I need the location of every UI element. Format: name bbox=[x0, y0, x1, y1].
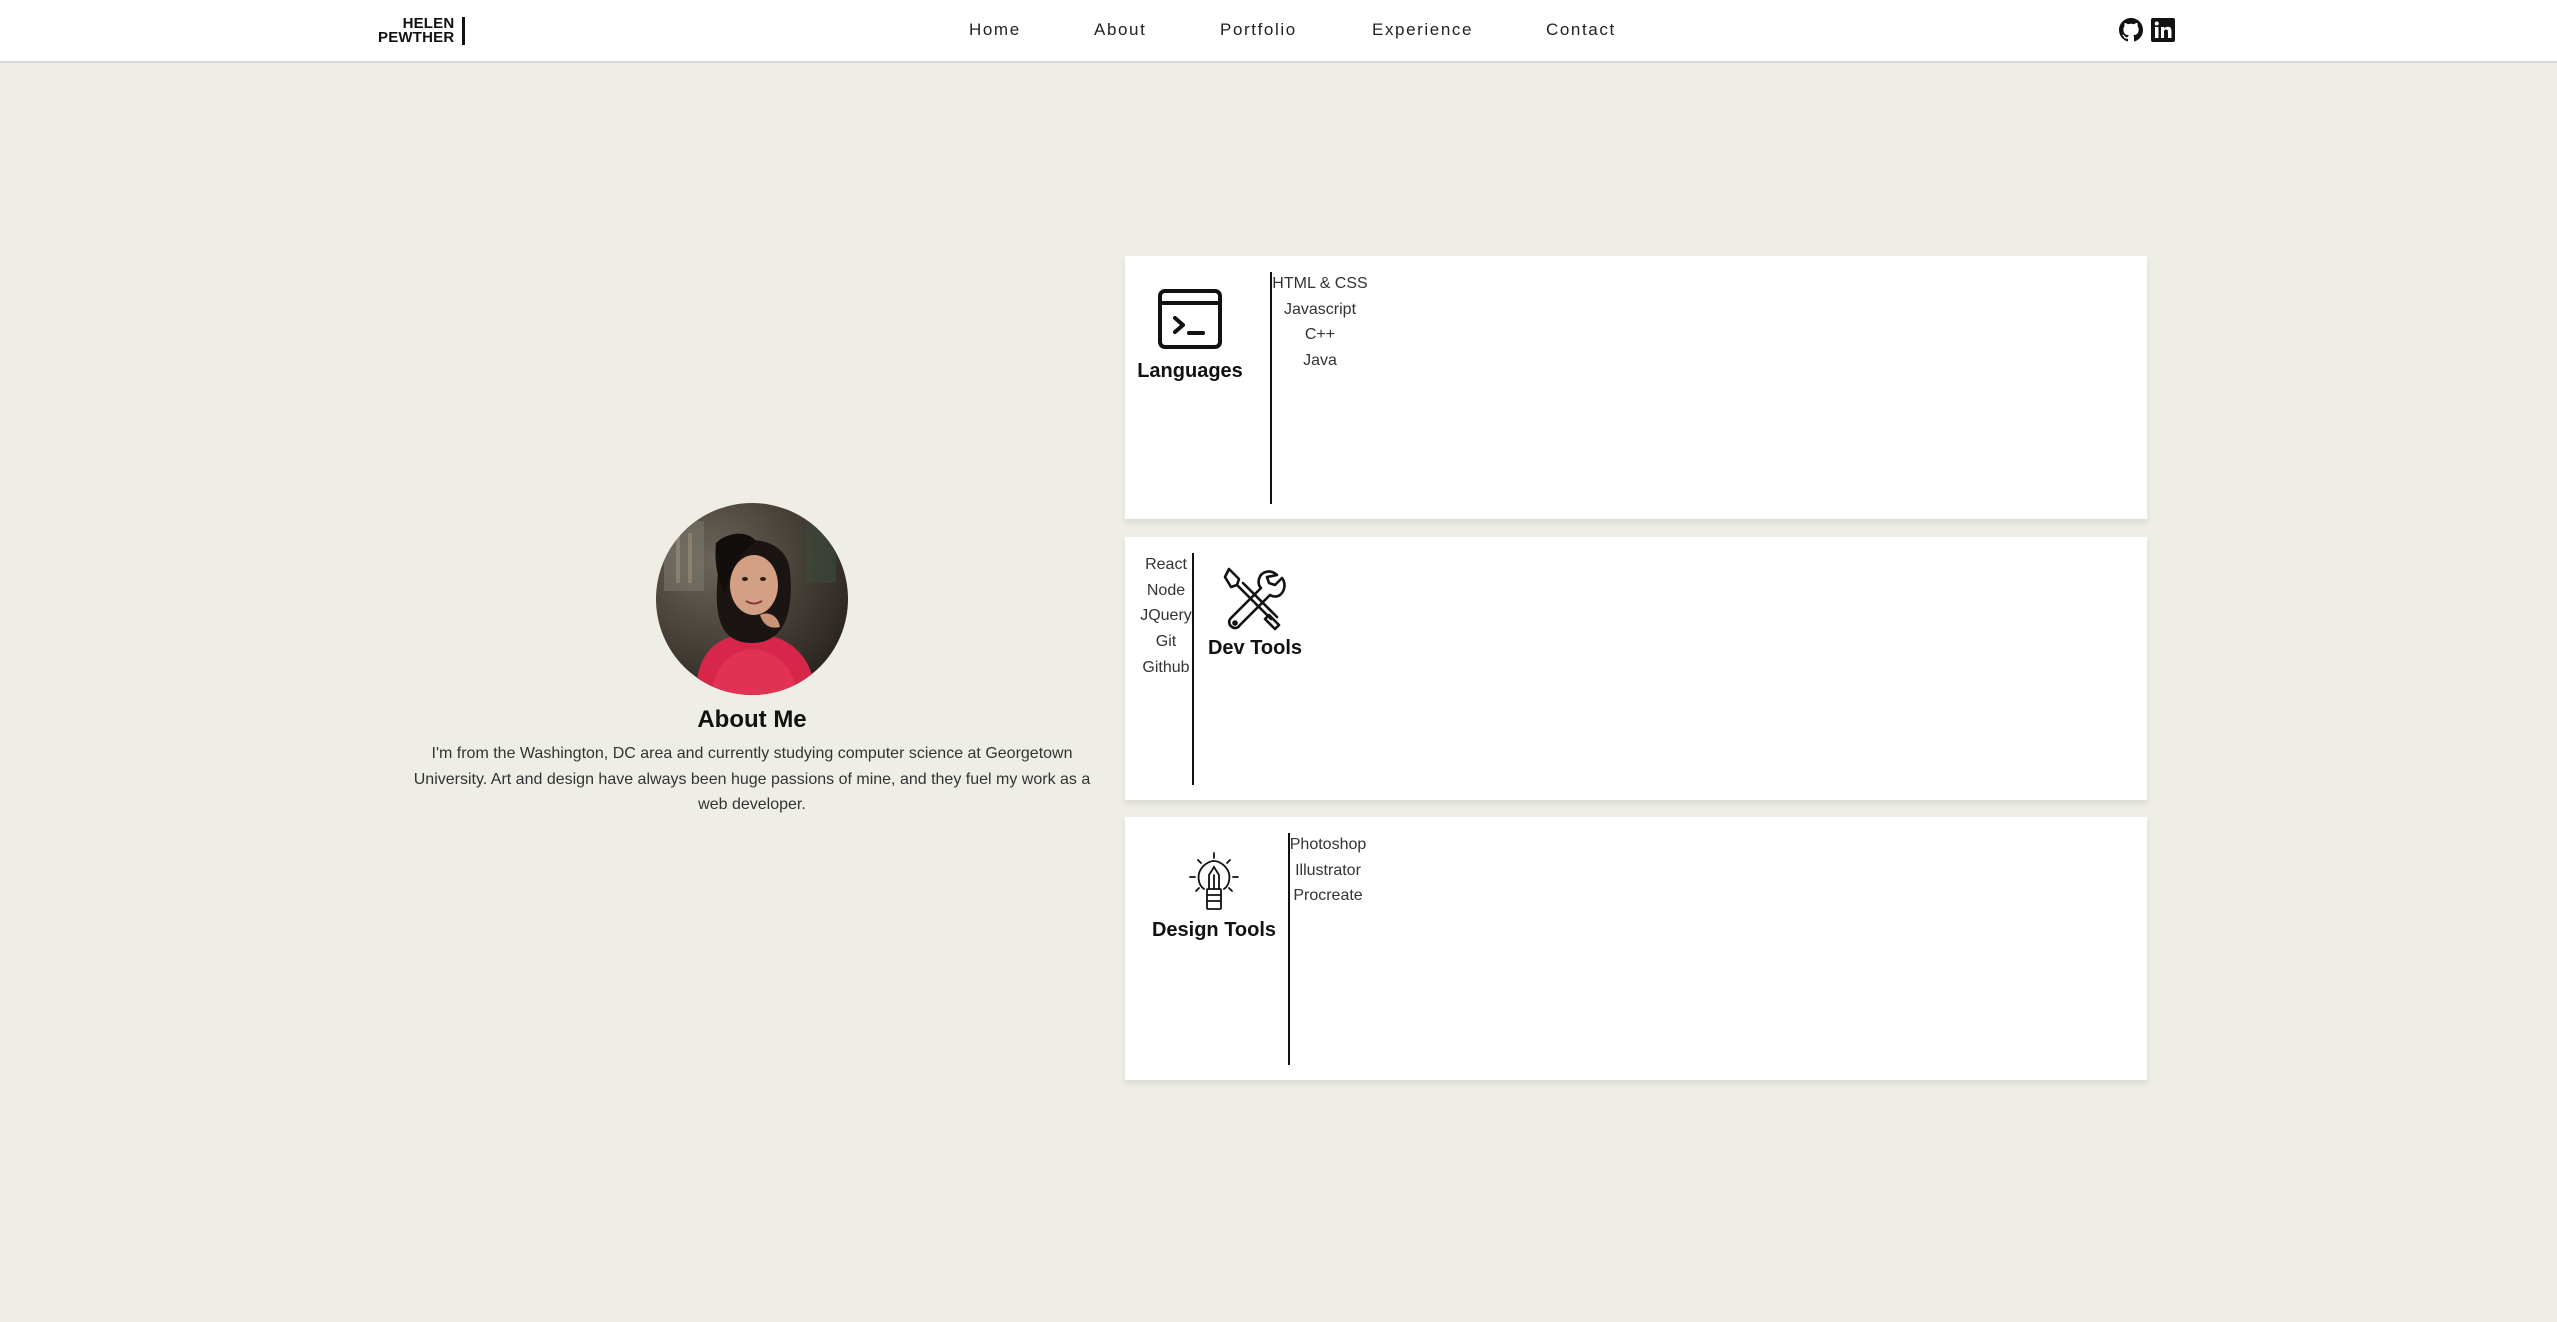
about-title: About Me bbox=[697, 706, 807, 733]
list-item: JQuery bbox=[1140, 607, 1192, 625]
lightbulb-pencil-icon bbox=[1189, 852, 1239, 910]
list-item: Git bbox=[1155, 633, 1177, 651]
dev-tools-divider bbox=[1192, 553, 1194, 785]
list-item: Node bbox=[1146, 581, 1186, 599]
profile-photo bbox=[656, 503, 848, 695]
list-item: Java bbox=[1303, 352, 1337, 370]
nav-about[interactable]: About bbox=[1094, 20, 1146, 40]
design-tools-title: Design Tools bbox=[1151, 919, 1277, 941]
languages-title: Languages bbox=[1137, 360, 1243, 382]
list-item: Github bbox=[1142, 658, 1190, 676]
design-tools-list: Photoshop Illustrator Procreate bbox=[1289, 832, 1367, 909]
dev-tools-title: Dev Tools bbox=[1207, 637, 1303, 659]
list-item: Javascript bbox=[1283, 300, 1357, 318]
nav-contact[interactable]: Contact bbox=[1546, 20, 1616, 40]
list-item: Illustrator bbox=[1295, 861, 1361, 879]
linkedin-icon[interactable] bbox=[2151, 18, 2175, 42]
list-item: Procreate bbox=[1293, 887, 1363, 905]
languages-header: Languages bbox=[1137, 288, 1243, 383]
nav-portfolio[interactable]: Portfolio bbox=[1220, 20, 1297, 40]
nav-home[interactable]: Home bbox=[969, 20, 1021, 40]
dev-tools-list: React Node JQuery Git Github bbox=[1135, 552, 1197, 681]
github-icon[interactable] bbox=[2119, 18, 2143, 42]
nav-experience[interactable]: Experience bbox=[1372, 20, 1473, 40]
dev-tools-header: Dev Tools bbox=[1205, 565, 1305, 660]
design-tools-card: Design Tools Photoshop Illustrator Procr… bbox=[1125, 817, 2147, 1080]
list-item: Photoshop bbox=[1289, 836, 1367, 853]
about-text: I'm from the Washington, DC area and cur… bbox=[413, 745, 1091, 814]
languages-list: HTML & CSS Javascript C++ Java bbox=[1271, 271, 1369, 374]
list-item: C++ bbox=[1304, 326, 1336, 344]
design-tools-header: Design Tools bbox=[1151, 851, 1277, 942]
list-item: HTML & CSS bbox=[1272, 275, 1368, 292]
tools-icon bbox=[1223, 567, 1286, 631]
languages-card: Languages HTML & CSS Javascript C++ Java bbox=[1125, 256, 2147, 519]
dev-tools-card: React Node JQuery Git Github Dev Tools bbox=[1125, 537, 2147, 800]
navbar: HELEN PEWTHER Home About Portfolio Exper… bbox=[0, 0, 2557, 63]
terminal-icon bbox=[1158, 289, 1222, 349]
list-item: React bbox=[1145, 556, 1187, 573]
